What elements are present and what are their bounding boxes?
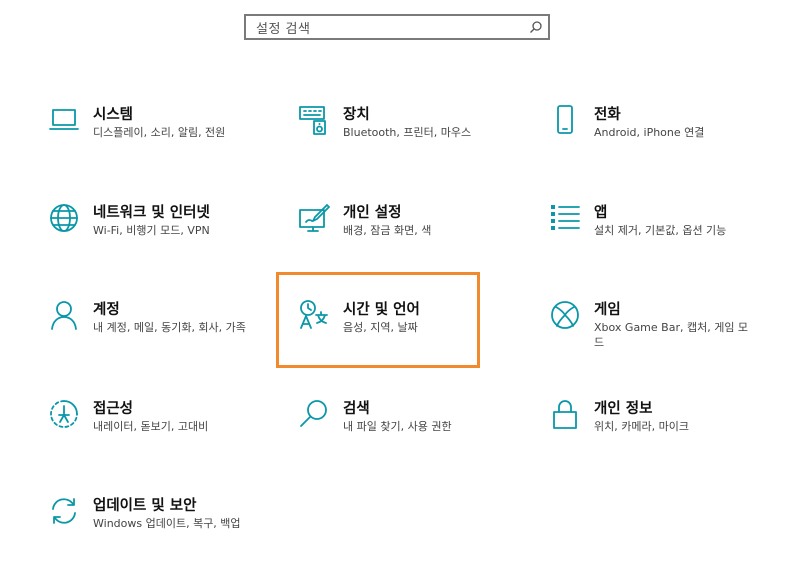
tile-title: 시간 및 언어 <box>343 302 420 318</box>
tile-time-language[interactable]: 시간 및 언어 음성, 지역, 날짜 <box>297 298 537 378</box>
tile-title: 계정 <box>93 302 120 318</box>
tile-title: 개인 설정 <box>343 205 402 221</box>
tile-accounts[interactable]: 계정 내 계정, 메일, 동기화, 회사, 가족 <box>47 298 287 378</box>
ease-of-access-icon <box>47 397 81 431</box>
paint-screen-icon <box>297 201 331 235</box>
tile-title: 전화 <box>594 107 621 123</box>
laptop-icon <box>47 103 81 137</box>
settings-grid: 시스템 디스플레이, 소리, 알림, 전원 장치 Bluetooth, 프린터,… <box>0 0 800 563</box>
tile-search[interactable]: 검색 내 파일 찾기, 사용 권한 <box>297 397 537 477</box>
tile-network[interactable]: 네트워크 및 인터넷 Wi-Fi, 비행기 모드, VPN <box>47 201 287 281</box>
globe-icon <box>47 201 81 235</box>
tile-description: 위치, 카메라, 마이크 <box>594 420 689 433</box>
tile-system[interactable]: 시스템 디스플레이, 소리, 알림, 전원 <box>47 103 287 183</box>
tile-description: 내레이터, 돋보기, 고대비 <box>93 420 209 433</box>
tile-title: 장치 <box>343 107 370 123</box>
person-icon <box>47 298 81 332</box>
tile-title: 업데이트 및 보안 <box>93 498 197 514</box>
lock-icon <box>548 397 582 431</box>
tile-devices[interactable]: 장치 Bluetooth, 프린터, 마우스 <box>297 103 537 183</box>
tile-privacy[interactable]: 개인 정보 위치, 카메라, 마이크 <box>548 397 788 477</box>
tile-accessibility[interactable]: 접근성 내레이터, 돋보기, 고대비 <box>47 397 287 477</box>
time-language-icon <box>297 298 331 332</box>
tile-description: 내 계정, 메일, 동기화, 회사, 가족 <box>93 321 246 334</box>
tile-description: Android, iPhone 연결 <box>594 126 705 139</box>
tile-update[interactable]: 업데이트 및 보안 Windows 업데이트, 복구, 백업 <box>47 494 287 574</box>
tile-title: 네트워크 및 인터넷 <box>93 205 210 221</box>
phone-icon <box>548 103 582 137</box>
tile-description: 디스플레이, 소리, 알림, 전원 <box>93 126 226 139</box>
tile-description: Wi-Fi, 비행기 모드, VPN <box>93 224 210 237</box>
tile-title: 앱 <box>594 205 608 221</box>
tile-title: 시스템 <box>93 107 134 123</box>
sync-icon <box>47 494 81 528</box>
magnifier-icon <box>297 397 331 431</box>
tile-description: 내 파일 찾기, 사용 권한 <box>343 420 452 433</box>
xbox-icon <box>548 298 582 332</box>
tile-gaming[interactable]: 게임 Xbox Game Bar, 캡처, 게임 모드 <box>548 298 788 378</box>
app-list-icon <box>548 201 582 235</box>
tile-personalization[interactable]: 개인 설정 배경, 잠금 화면, 색 <box>297 201 537 281</box>
tile-description: Xbox Game Bar, 캡처, 게임 모드 <box>594 321 749 349</box>
tile-title: 접근성 <box>93 401 134 417</box>
tile-title: 게임 <box>594 302 621 318</box>
tile-apps[interactable]: 앱 설치 제거, 기본값, 옵션 기능 <box>548 201 788 281</box>
keyboard-speaker-icon <box>297 103 331 137</box>
tile-description: Windows 업데이트, 복구, 백업 <box>93 517 241 530</box>
tile-title: 검색 <box>343 401 370 417</box>
tile-description: 배경, 잠금 화면, 색 <box>343 224 432 237</box>
tile-phone[interactable]: 전화 Android, iPhone 연결 <box>548 103 788 183</box>
tile-description: Bluetooth, 프린터, 마우스 <box>343 126 472 139</box>
tile-description: 음성, 지역, 날짜 <box>343 321 418 334</box>
tile-title: 개인 정보 <box>594 401 653 417</box>
tile-description: 설치 제거, 기본값, 옵션 기능 <box>594 224 727 237</box>
